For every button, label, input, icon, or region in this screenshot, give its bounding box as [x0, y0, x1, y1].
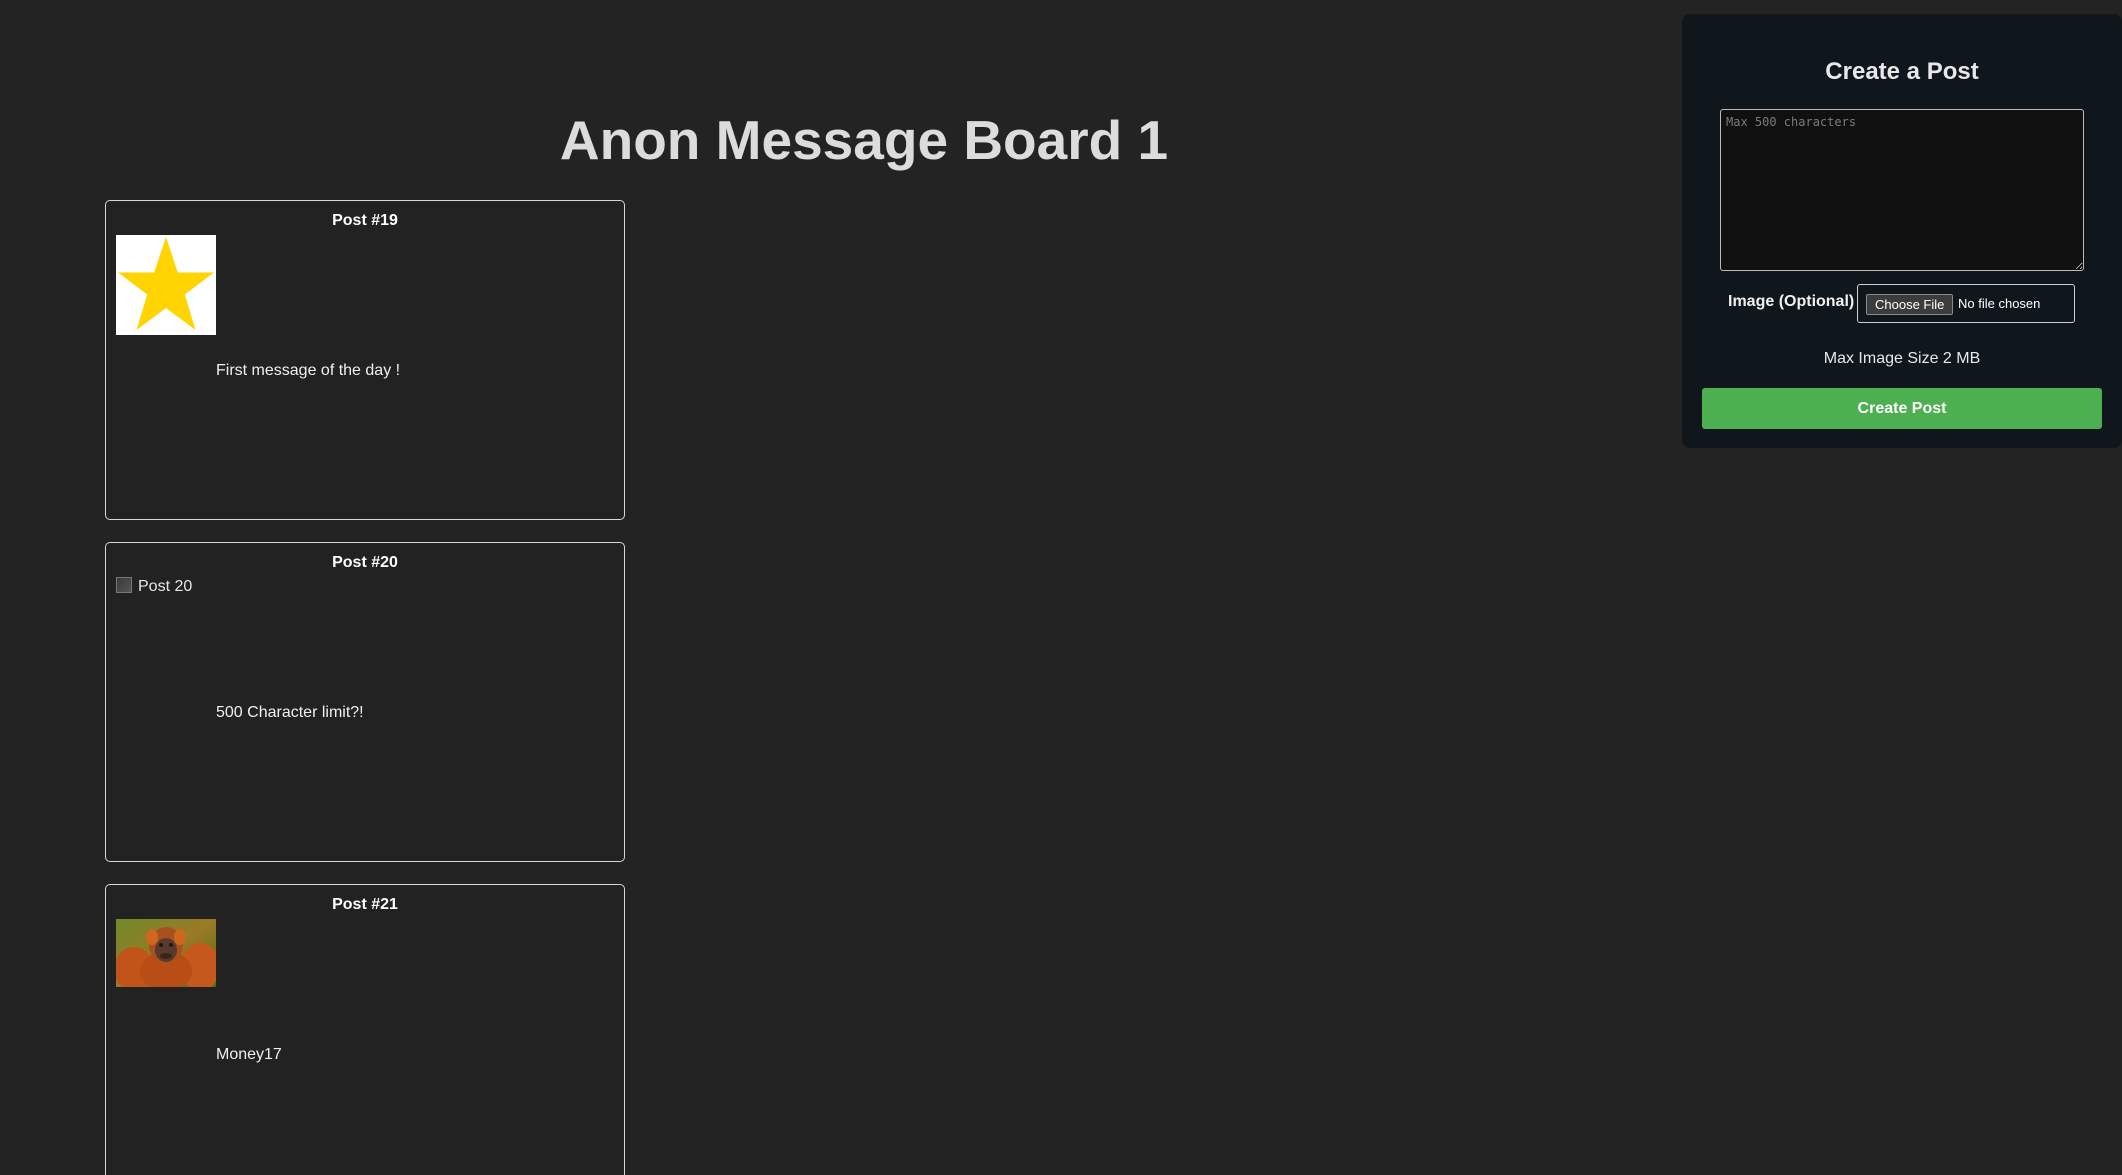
page: Anon Message Board 1 Post #19 First mess… [0, 0, 2122, 1175]
message-textarea[interactable] [1720, 109, 2084, 271]
star-image[interactable] [116, 235, 216, 335]
file-input[interactable]: Choose File No file chosen [1857, 284, 2075, 323]
broken-image-icon [116, 577, 132, 593]
page-title: Anon Message Board 1 [559, 109, 1169, 171]
post-card: Post #20 Post 20 500 Character limit?! [105, 542, 625, 862]
broken-image[interactable]: Post 20 [116, 577, 216, 597]
create-post-title: Create a Post [1825, 58, 1979, 85]
post-title: Post #21 [332, 896, 398, 913]
choose-file-button[interactable]: Choose File [1866, 294, 1954, 315]
image-optional-label: Image (Optional) [1728, 293, 1855, 310]
create-post-panel: Create a Post Image (Optional) Choose Fi… [1682, 14, 2122, 448]
orangutan-photo[interactable] [116, 919, 216, 987]
file-status-text: No file chosen [1958, 296, 2041, 311]
post-title: Post #19 [332, 212, 398, 229]
post-title: Post #20 [332, 554, 398, 571]
post-message: 500 Character limit?! [216, 704, 364, 721]
create-post-button[interactable]: Create Post [1702, 388, 2102, 429]
max-image-size-text: Max Image Size 2 MB [1823, 350, 1981, 367]
post-card: Post #19 First message of the day ! [105, 200, 625, 520]
post-message: First message of the day ! [216, 362, 401, 379]
post-card: Post #21 Money17 [105, 884, 625, 1175]
post-message: Money17 [216, 1046, 282, 1063]
image-alt-text: Post 20 [138, 578, 193, 595]
